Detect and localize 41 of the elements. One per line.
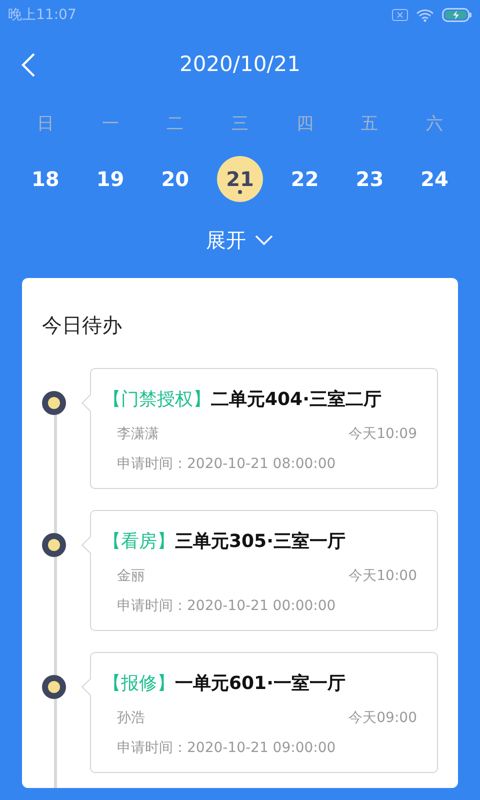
calendar-day[interactable]: 21 <box>216 156 263 202</box>
calendar-day[interactable]: 18 <box>22 156 68 202</box>
expand-button[interactable]: 展开 <box>206 226 274 254</box>
weekday-label: 四 <box>296 112 314 134</box>
battery-icon <box>442 8 472 22</box>
apply-time: 申请时间：2020-10-21 09:00:00 <box>116 739 337 757</box>
weekday-label: 五 <box>361 112 378 134</box>
timeline-node-icon <box>42 533 66 557</box>
category-tag: 【门禁授权】 <box>103 389 211 410</box>
weekday-label: 日 <box>36 112 54 134</box>
calendar-day[interactable]: 19 <box>87 156 134 202</box>
apply-time: 申请时间：2020-10-21 08:00:00 <box>116 455 337 473</box>
calendar-day[interactable]: 24 <box>412 156 458 202</box>
calendar-day[interactable]: 22 <box>282 156 328 202</box>
item-time: 今天10:00 <box>348 567 417 585</box>
back-icon[interactable] <box>20 52 36 78</box>
item-time: 今天10:09 <box>348 425 417 443</box>
timeline-node-icon <box>42 391 66 415</box>
calendar-day[interactable]: 23 <box>346 156 393 202</box>
applicant-name: 孙浩 <box>117 709 145 727</box>
header-title: 2020/10/21 <box>179 52 301 76</box>
section-title: 今日待办 <box>42 312 123 339</box>
weekday-label: 一 <box>102 112 119 134</box>
calendar-day[interactable]: 20 <box>152 156 198 202</box>
weekday-label: 三 <box>231 112 248 134</box>
category-tag: 【报修】 <box>103 673 175 694</box>
weekday-label: 六 <box>426 112 444 134</box>
category-tag: 【看房】 <box>103 531 175 552</box>
sim-card-icon <box>392 9 408 21</box>
weekday-label: 二 <box>166 112 184 134</box>
wifi-icon <box>416 8 434 22</box>
item-address: 三单元305·三室一厅 <box>175 531 346 552</box>
status-time: 晚上11:07 <box>8 6 76 24</box>
item-address: 一单元601·一室一厅 <box>175 673 346 694</box>
timeline-node-icon <box>42 675 66 699</box>
chevron-down-icon <box>254 234 274 246</box>
item-address: 二单元404·三室二厅 <box>211 389 382 410</box>
apply-time: 申请时间：2020-10-21 00:00:00 <box>116 597 337 615</box>
applicant-name: 李潇潇 <box>117 425 159 443</box>
applicant-name: 金丽 <box>117 567 145 585</box>
item-time: 今天09:00 <box>348 709 417 727</box>
